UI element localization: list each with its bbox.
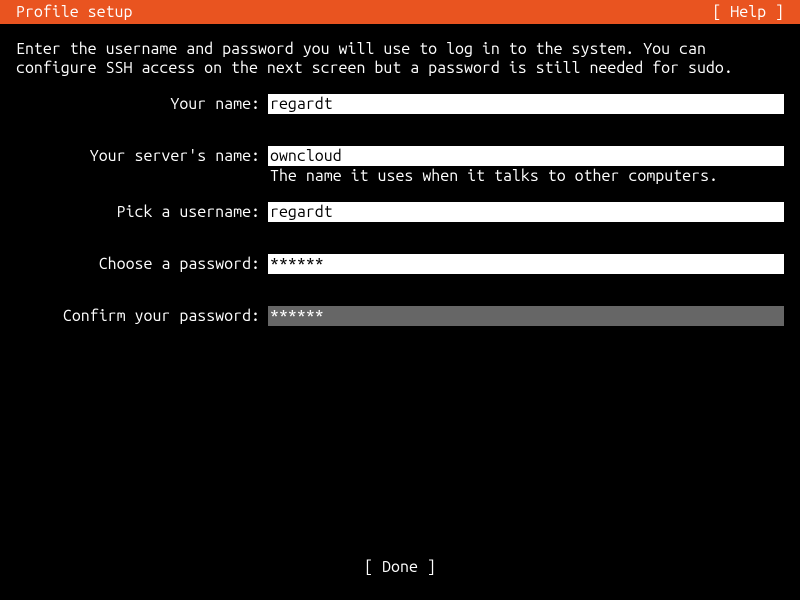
server-label: Your server's name: (8, 146, 268, 166)
help-button[interactable]: [ Help ] (712, 3, 792, 21)
username-row: Pick a username: regardt (8, 202, 792, 222)
server-input[interactable]: owncloud (268, 146, 784, 166)
footer: [ Done ] (0, 558, 800, 576)
header-bar: Profile setup [ Help ] (0, 0, 800, 24)
server-hint-row: The name it uses when it talks to other … (8, 166, 792, 186)
confirm-label: Confirm your password: (8, 306, 268, 326)
name-row: Your name: regardt (8, 94, 792, 114)
server-hint: The name it uses when it talks to other … (268, 166, 784, 186)
page-title: Profile setup (8, 3, 132, 21)
username-input[interactable]: regardt (268, 202, 784, 222)
password-row: Choose a password: ****** (8, 254, 792, 274)
server-row: Your server's name: owncloud (8, 146, 792, 166)
main-content: Enter the username and password you will… (0, 24, 800, 326)
confirm-input[interactable]: ****** (268, 306, 784, 326)
instructions-text: Enter the username and password you will… (8, 40, 792, 94)
confirm-row: Confirm your password: ****** (8, 306, 792, 326)
name-label: Your name: (8, 94, 268, 114)
done-button[interactable]: [ Done ] (364, 558, 436, 576)
username-label: Pick a username: (8, 202, 268, 222)
name-input[interactable]: regardt (268, 94, 784, 114)
password-input[interactable]: ****** (268, 254, 784, 274)
password-label: Choose a password: (8, 254, 268, 274)
